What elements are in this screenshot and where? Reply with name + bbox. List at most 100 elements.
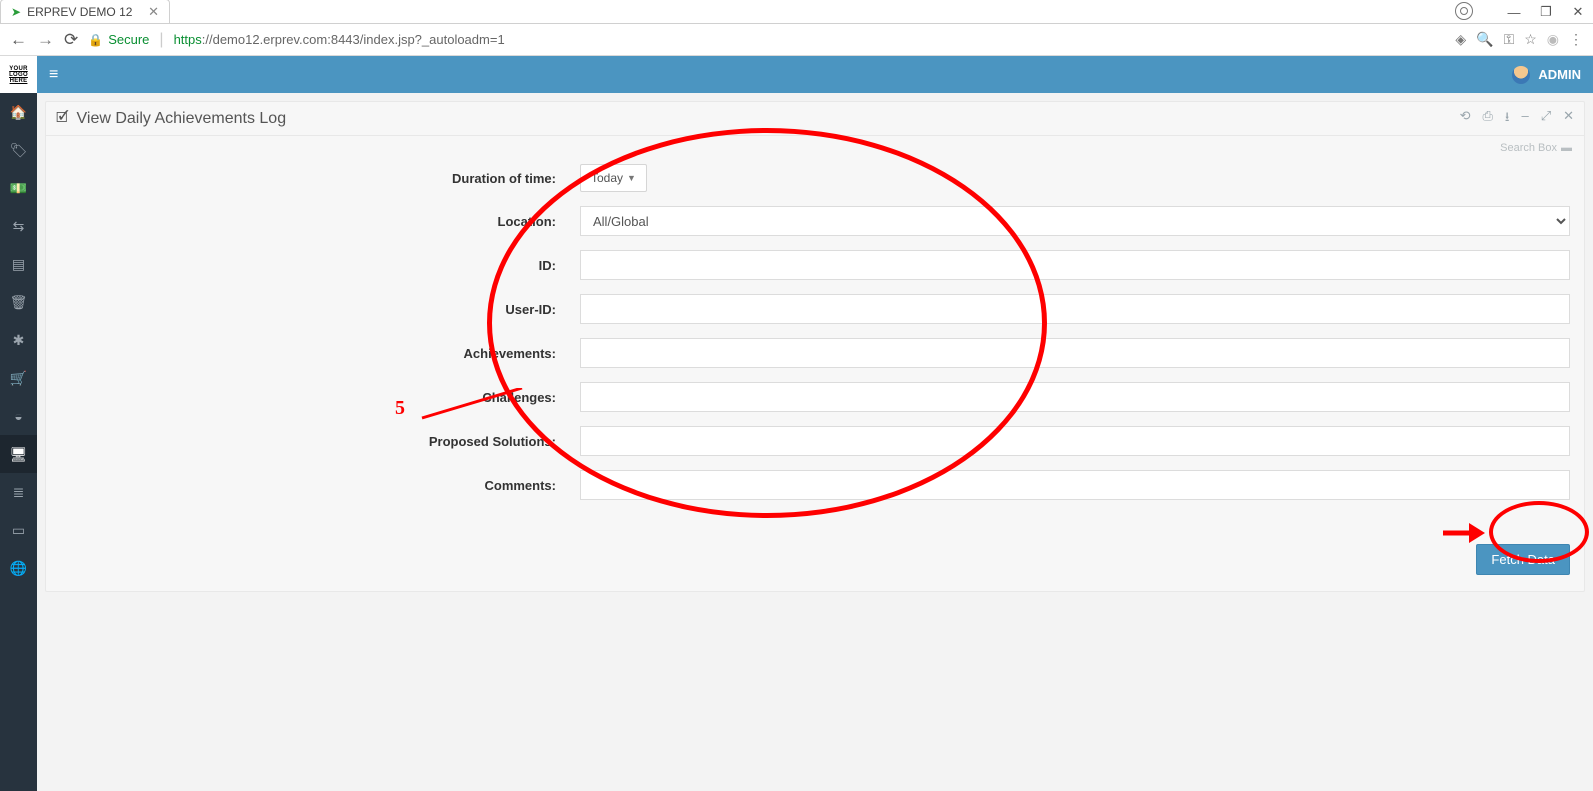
refresh-icon[interactable]: ⟲ — [1460, 108, 1471, 130]
browser-chrome: ➤ ERPREV DEMO 12 ✕ ― ❐ ✕ ← → ⟳ 🔒 Secure … — [0, 0, 1593, 56]
minimize-icon[interactable]: – — [1521, 108, 1528, 130]
duration-value: Today — [591, 171, 623, 185]
label-achievements: Achievements: — [60, 346, 580, 361]
caret-down-icon: ▼ — [627, 173, 636, 183]
username-label: ADMIN — [1538, 67, 1581, 82]
secure-indicator[interactable]: 🔒 Secure — [88, 32, 149, 47]
download-icon[interactable]: ⭳ — [1505, 108, 1510, 130]
panel-header: 🗹 View Daily Achievements Log ⟲ ⎙ ⭳ – ⤢ … — [46, 102, 1584, 136]
button-row: Fetch Data — [46, 538, 1584, 591]
sidebar-item-tag[interactable]: 🏷 — [0, 131, 37, 169]
logo-placeholder[interactable]: YOUR LOGO HERE — [0, 56, 37, 93]
nav-back-icon[interactable]: ← — [10, 30, 27, 50]
doc-icon: ▤ — [12, 256, 25, 273]
sidebar-item-dashboard[interactable]: 🏠 — [0, 93, 37, 131]
url-display[interactable]: https://demo12.erprev.com:8443/index.jsp… — [174, 32, 505, 47]
search-box-label: Search Box — [1500, 142, 1557, 154]
location-select[interactable]: All/Global — [580, 206, 1570, 236]
nav-forward-icon: → — [37, 30, 54, 50]
globe-icon: 🌐 — [10, 560, 27, 577]
tab-strip: ➤ ERPREV DEMO 12 ✕ ― ❐ ✕ — [0, 0, 1593, 24]
search-form: Duration of time: Today ▼ Location: — [46, 154, 1584, 538]
avatar-icon — [1512, 66, 1530, 84]
row-duration: Duration of time: Today ▼ — [60, 164, 1570, 192]
comments-input[interactable] — [580, 470, 1570, 500]
browser-tab[interactable]: ➤ ERPREV DEMO 12 ✕ — [0, 0, 170, 23]
calendar-check-icon: 🗹 — [56, 107, 69, 131]
separator: | — [159, 31, 163, 49]
row-id: ID: — [60, 250, 1570, 280]
achievements-panel: 🗹 View Daily Achievements Log ⟲ ⎙ ⭳ – ⤢ … — [45, 101, 1585, 592]
trash-icon: 🗑 — [10, 294, 28, 311]
database-icon: ≣ — [13, 484, 25, 501]
tag-icon: 🏷 — [10, 142, 28, 159]
label-location: Location: — [60, 214, 580, 229]
share-icon: ⇆ — [13, 218, 25, 235]
nav-reload-icon[interactable]: ⟳ — [64, 30, 78, 50]
row-achievements: Achievements: — [60, 338, 1570, 368]
window-controls: ― ❐ ✕ — [1505, 0, 1587, 24]
sidebar-item-globe[interactable]: 🌐 — [0, 549, 37, 587]
topbar: ≡ ADMIN — [37, 56, 1593, 93]
key-icon[interactable]: ⚿ — [1504, 31, 1515, 48]
sidebar-item-doc[interactable]: ▤ — [0, 245, 37, 283]
window-minimize-icon[interactable]: ― — [1505, 5, 1523, 20]
sidebar-item-settings[interactable]: ✱ — [0, 321, 37, 359]
sidebar-item-monitor[interactable]: 🖥 — [0, 435, 37, 473]
app-shell: YOUR LOGO HERE 🏠 🏷 💵 ⇆ ▤ 🗑 ✱ 🛒 ◒ 🖥 ≣ ▭ 🌐… — [0, 56, 1593, 791]
label-userid: User-ID: — [60, 302, 580, 317]
hamburger-icon[interactable]: ≡ — [49, 66, 58, 84]
row-comments: Comments: — [60, 470, 1570, 500]
window-restore-icon[interactable]: ❐ — [1537, 4, 1555, 20]
duration-dropdown[interactable]: Today ▼ — [580, 164, 647, 192]
achievements-input[interactable] — [580, 338, 1570, 368]
monitor-icon: 🖥 — [10, 446, 28, 463]
logo-line2: LOGO — [9, 72, 28, 78]
row-solutions: Proposed Solutions: — [60, 426, 1570, 456]
print-icon[interactable]: ⎙ — [1482, 108, 1492, 130]
row-challenges: Challenges: — [60, 382, 1570, 412]
label-id: ID: — [60, 258, 580, 273]
label-duration: Duration of time: — [60, 171, 580, 186]
zoom-icon[interactable]: 🔍 — [1476, 31, 1493, 48]
cash-icon: 💵 — [10, 180, 27, 197]
chrome-account-icon[interactable] — [1455, 2, 1473, 20]
url-rest: ://demo12.erprev.com:8443/index.jsp?_aut… — [202, 32, 505, 47]
userid-input[interactable] — [580, 294, 1570, 324]
address-bar: ← → ⟳ 🔒 Secure | https://demo12.erprev.c… — [0, 24, 1593, 56]
panel-subheader: Search Box ▬ — [46, 136, 1584, 154]
menu-dots-icon[interactable]: ⋮ — [1569, 31, 1583, 48]
extension-icon[interactable]: ◉ — [1547, 31, 1559, 48]
secure-label: Secure — [108, 32, 149, 47]
url-protocol: https — [174, 32, 202, 47]
user-menu[interactable]: ADMIN — [1512, 66, 1581, 84]
solutions-input[interactable] — [580, 426, 1570, 456]
tab-title: ERPREV DEMO 12 — [27, 5, 132, 19]
close-panel-icon[interactable]: ✕ — [1563, 108, 1574, 130]
main-area: ≡ ADMIN 🗹 View Daily Achievements Log ⟲ … — [37, 56, 1593, 791]
sidebar-item-trash[interactable]: 🗑 — [0, 283, 37, 321]
sidebar-item-cart[interactable]: 🛒 — [0, 359, 37, 397]
label-challenges: Challenges: — [60, 390, 580, 405]
sidebar-item-circle[interactable]: ◒ — [0, 397, 37, 435]
sidebar-item-share[interactable]: ⇆ — [0, 207, 37, 245]
sensor-icon[interactable]: ◈ — [1455, 31, 1466, 48]
sidebar-item-db[interactable]: ≣ — [0, 473, 37, 511]
id-input[interactable] — [580, 250, 1570, 280]
challenges-input[interactable] — [580, 382, 1570, 412]
window-close-icon[interactable]: ✕ — [1569, 4, 1587, 20]
fetch-data-button[interactable]: Fetch Data — [1476, 544, 1570, 575]
tab-favicon-icon: ➤ — [11, 5, 21, 19]
tab-close-icon[interactable]: ✕ — [148, 4, 159, 20]
panel-toolbar: ⟲ ⎙ ⭳ – ⤢ ✕ — [1460, 108, 1574, 130]
sidebar-item-book[interactable]: ▭ — [0, 511, 37, 549]
row-location: Location: All/Global — [60, 206, 1570, 236]
lock-icon: 🔒 — [88, 33, 103, 47]
cart-icon: 🛒 — [10, 370, 27, 387]
expand-icon[interactable]: ⤢ — [1541, 108, 1551, 130]
left-sidebar: YOUR LOGO HERE 🏠 🏷 💵 ⇆ ▤ 🗑 ✱ 🛒 ◒ 🖥 ≣ ▭ 🌐 — [0, 56, 37, 791]
sidebar-item-money[interactable]: 💵 — [0, 169, 37, 207]
collapse-icon: ▬ — [1561, 142, 1572, 154]
search-box-toggle[interactable]: Search Box ▬ — [1500, 142, 1572, 154]
bookmark-star-icon[interactable]: ☆ — [1524, 31, 1537, 48]
